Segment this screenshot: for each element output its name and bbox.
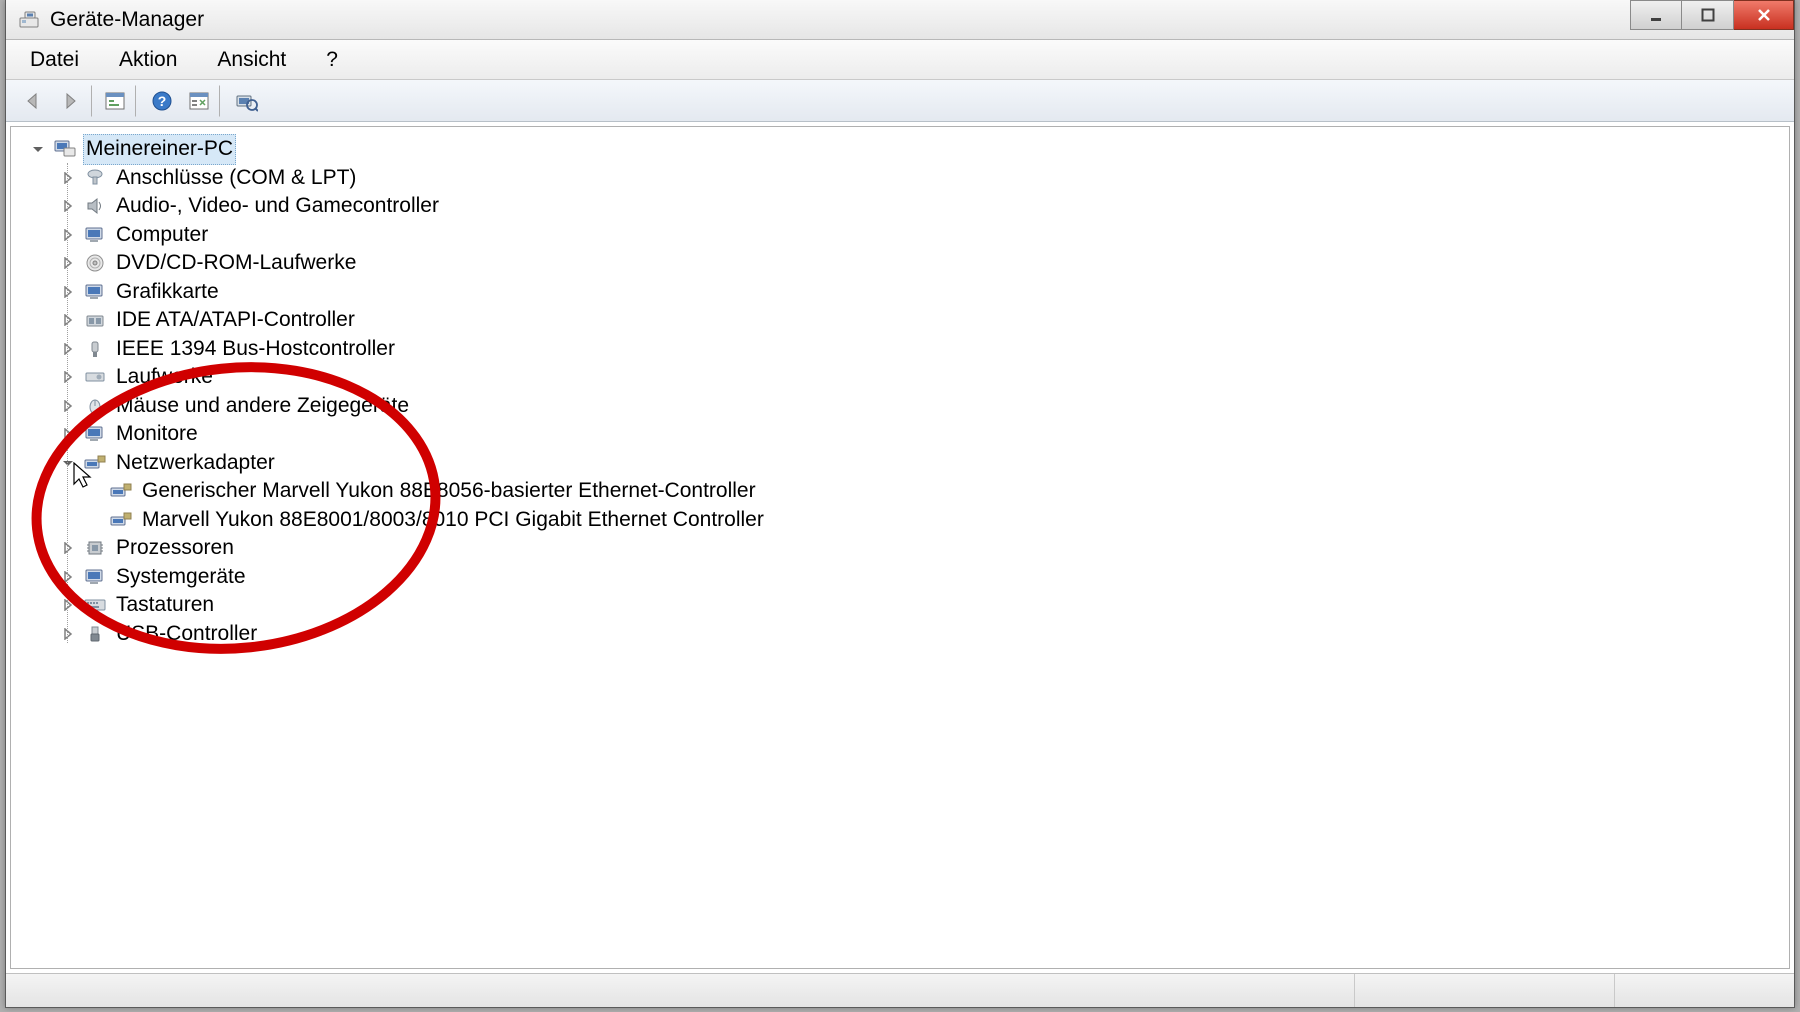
status-cell <box>6 974 1354 1007</box>
usb-icon <box>83 624 107 644</box>
tree-category-network[interactable]: Netzwerkadapter <box>31 449 1789 478</box>
computer-icon <box>53 139 77 159</box>
ports-icon <box>83 168 107 188</box>
tree-category[interactable]: Prozessoren <box>31 534 1789 563</box>
back-button[interactable] <box>16 85 52 117</box>
tree-device-label[interactable]: Generischer Marvell Yukon 88E8056-basier… <box>139 477 759 506</box>
close-button[interactable] <box>1734 0 1794 30</box>
tree-category-label[interactable]: IDE ATA/ATAPI-Controller <box>113 306 358 335</box>
processor-icon <box>83 538 107 558</box>
tree-category[interactable]: Anschlüsse (COM & LPT) <box>31 164 1789 193</box>
tree-category-label[interactable]: Netzwerkadapter <box>113 449 278 478</box>
show-hide-tree-button[interactable] <box>100 85 136 117</box>
help-button[interactable]: ? <box>144 85 180 117</box>
expand-icon[interactable] <box>61 256 75 270</box>
tree-category-label[interactable]: IEEE 1394 Bus-Hostcontroller <box>113 335 398 364</box>
tree-category[interactable]: IEEE 1394 Bus-Hostcontroller <box>31 335 1789 364</box>
properties-button[interactable] <box>184 85 220 117</box>
tree-category[interactable]: Tastaturen <box>31 591 1789 620</box>
tree-category-label[interactable]: Grafikkarte <box>113 278 222 307</box>
keyboard-icon <box>83 595 107 615</box>
tree-category-label[interactable]: Monitore <box>113 420 201 449</box>
tree-device[interactable]: Generischer Marvell Yukon 88E8056-basier… <box>31 477 1789 506</box>
toolbar: ? <box>6 80 1794 122</box>
network-adapter-icon <box>83 453 107 473</box>
forward-button[interactable] <box>56 85 92 117</box>
tree-category[interactable]: Computer <box>31 221 1789 250</box>
device-tree[interactable]: Meinereiner-PC Anschlüsse (COM & LPT) Au… <box>11 127 1789 648</box>
tree-category[interactable]: USB-Controller <box>31 620 1789 649</box>
tree-root[interactable]: Meinereiner-PC <box>31 135 1789 164</box>
svg-text:?: ? <box>158 93 167 109</box>
system-devices-icon <box>83 567 107 587</box>
collapse-icon[interactable] <box>31 142 45 156</box>
tree-category[interactable]: Monitore <box>31 420 1789 449</box>
expand-icon[interactable] <box>61 199 75 213</box>
tree-container: Meinereiner-PC Anschlüsse (COM & LPT) Au… <box>10 126 1790 969</box>
computer-icon <box>83 225 107 245</box>
expand-icon[interactable] <box>61 313 75 327</box>
maximize-button[interactable] <box>1682 0 1734 30</box>
expand-icon[interactable] <box>61 171 75 185</box>
status-cell <box>1354 974 1614 1007</box>
expand-icon[interactable] <box>61 342 75 356</box>
monitor-icon <box>83 424 107 444</box>
tree-category-label[interactable]: DVD/CD-ROM-Laufwerke <box>113 249 359 278</box>
tree-category[interactable]: Laufwerke <box>31 363 1789 392</box>
network-adapter-icon <box>109 510 133 530</box>
controller-icon <box>83 310 107 330</box>
device-manager-window: Geräte-Manager Datei Aktion Ansicht ? ? … <box>5 0 1795 1008</box>
tree-category-label[interactable]: Computer <box>113 221 211 250</box>
menu-file[interactable]: Datei <box>24 44 85 76</box>
expand-icon[interactable] <box>61 427 75 441</box>
tree-category[interactable]: Audio-, Video- und Gamecontroller <box>31 192 1789 221</box>
status-cell <box>1614 974 1794 1007</box>
tree-category-label[interactable]: Systemgeräte <box>113 563 249 592</box>
statusbar <box>6 973 1794 1007</box>
expand-icon[interactable] <box>61 228 75 242</box>
menu-view[interactable]: Ansicht <box>211 44 292 76</box>
minimize-button[interactable] <box>1630 0 1682 30</box>
tree-category-label[interactable]: Tastaturen <box>113 591 217 620</box>
tree-category-label[interactable]: Prozessoren <box>113 534 237 563</box>
disc-icon <box>83 253 107 273</box>
mouse-icon <box>83 396 107 416</box>
menubar: Datei Aktion Ansicht ? <box>6 40 1794 80</box>
expand-icon[interactable] <box>61 399 75 413</box>
app-icon <box>18 9 40 31</box>
tree-category-label[interactable]: Mäuse und andere Zeigegeräte <box>113 392 412 421</box>
tree-category-label[interactable]: Laufwerke <box>113 363 216 392</box>
menu-action[interactable]: Aktion <box>113 44 183 76</box>
menu-help[interactable]: ? <box>320 44 344 76</box>
window-buttons <box>1630 0 1794 39</box>
audio-icon <box>83 196 107 216</box>
drive-icon <box>83 367 107 387</box>
tree-category[interactable]: DVD/CD-ROM-Laufwerke <box>31 249 1789 278</box>
tree-line <box>67 163 68 643</box>
tree-category-label[interactable]: Anschlüsse (COM & LPT) <box>113 164 359 193</box>
expand-icon[interactable] <box>61 541 75 555</box>
tree-device[interactable]: Marvell Yukon 88E8001/8003/8010 PCI Giga… <box>31 506 1789 535</box>
ieee1394-icon <box>83 339 107 359</box>
tree-root-label[interactable]: Meinereiner-PC <box>83 134 236 165</box>
tree-category[interactable]: Grafikkarte <box>31 278 1789 307</box>
expand-icon[interactable] <box>61 285 75 299</box>
scan-hardware-button[interactable] <box>228 85 264 117</box>
network-adapter-icon <box>109 481 133 501</box>
titlebar[interactable]: Geräte-Manager <box>6 0 1794 40</box>
tree-category-label[interactable]: USB-Controller <box>113 620 260 649</box>
tree-category[interactable]: IDE ATA/ATAPI-Controller <box>31 306 1789 335</box>
expand-icon[interactable] <box>61 598 75 612</box>
display-adapter-icon <box>83 282 107 302</box>
tree-category[interactable]: Systemgeräte <box>31 563 1789 592</box>
tree-category-label[interactable]: Audio-, Video- und Gamecontroller <box>113 192 442 221</box>
window-title: Geräte-Manager <box>50 8 204 32</box>
collapse-icon[interactable] <box>61 456 75 470</box>
expand-icon[interactable] <box>61 570 75 584</box>
tree-category[interactable]: Mäuse und andere Zeigegeräte <box>31 392 1789 421</box>
expand-icon[interactable] <box>61 370 75 384</box>
tree-device-label[interactable]: Marvell Yukon 88E8001/8003/8010 PCI Giga… <box>139 506 767 535</box>
expand-icon[interactable] <box>61 627 75 641</box>
